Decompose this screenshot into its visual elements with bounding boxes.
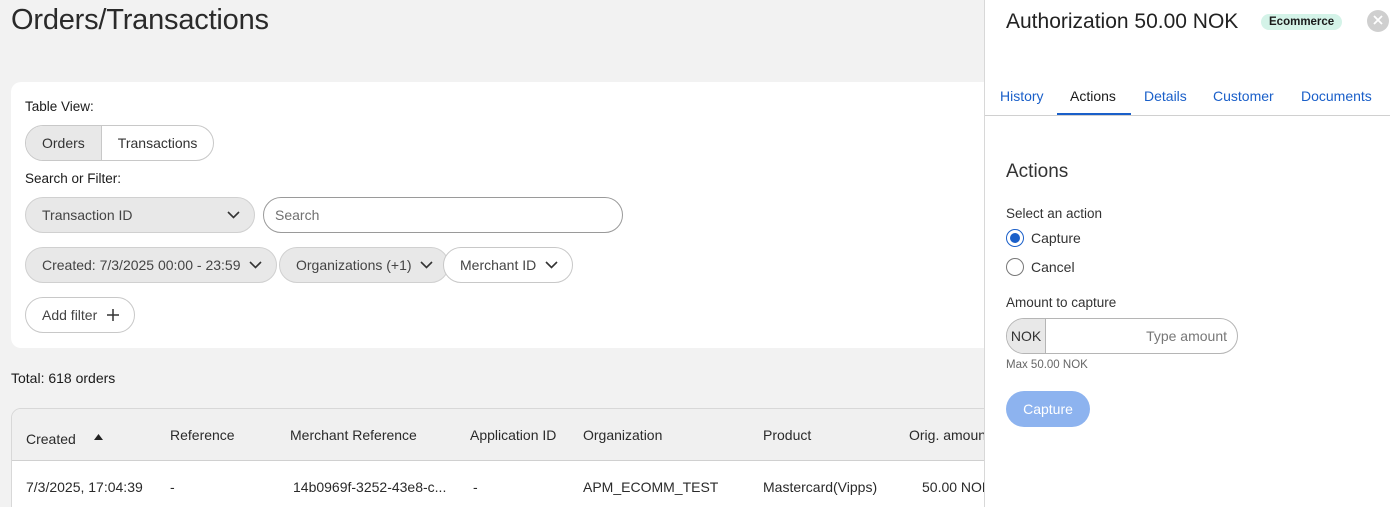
cell-created: 7/3/2025, 17:04:39 <box>26 479 143 495</box>
column-merchant-reference[interactable]: Merchant Reference <box>290 427 417 443</box>
chevron-down-icon <box>226 208 240 222</box>
main-area: Orders/Transactions Table View: Orders T… <box>0 0 1001 507</box>
merchant-id-filter[interactable]: Merchant ID <box>443 247 574 283</box>
total-count: Total: 618 orders <box>11 370 116 386</box>
organizations-filter[interactable]: Organizations (+1) <box>279 247 449 283</box>
channel-badge: Ecommerce <box>1261 14 1343 30</box>
cell-application-id: - <box>473 479 478 495</box>
panel-tabs: History Actions Details Customer Documen… <box>985 80 1390 116</box>
transaction-detail-panel: Authorization 50.00 NOK Ecommerce Histor… <box>984 0 1390 507</box>
segment-orders[interactable]: Orders <box>26 126 102 160</box>
filter-card: Table View: Orders Transactions Search o… <box>11 82 1001 348</box>
radio-selected-icon[interactable] <box>1006 229 1024 247</box>
segment-transactions[interactable]: Transactions <box>102 126 214 160</box>
add-filter-button[interactable]: Add filter <box>25 297 136 333</box>
tab-customer[interactable]: Customer <box>1213 88 1274 104</box>
table-view-label: Table View: <box>25 99 94 114</box>
column-created-label: Created <box>26 431 76 447</box>
currency-label: NOK <box>1007 319 1046 353</box>
max-amount-hint: Max 50.00 NOK <box>1006 359 1088 371</box>
tab-details[interactable]: Details <box>1144 88 1187 104</box>
column-orig-amount[interactable]: Orig. amoun <box>909 427 986 443</box>
sort-ascending-icon <box>93 427 103 443</box>
option-capture-label: Capture <box>1031 230 1081 246</box>
column-reference[interactable]: Reference <box>170 427 235 443</box>
cell-merchant-reference: 14b0969f-3252-43e8-c... <box>293 479 447 495</box>
cell-organization: APM_ECOMM_TEST <box>583 479 719 495</box>
chevron-down-icon <box>544 258 558 272</box>
search-label: Search or Filter: <box>25 171 122 186</box>
merchant-id-filter-label: Merchant ID <box>460 257 537 273</box>
column-application-id[interactable]: Application ID <box>470 427 556 443</box>
add-filter-label: Add filter <box>42 307 98 323</box>
option-cancel[interactable]: Cancel <box>1006 258 1075 276</box>
amount-label: Amount to capture <box>1006 295 1117 310</box>
search-input[interactable] <box>263 197 623 233</box>
radio-unselected-icon[interactable] <box>1006 258 1024 276</box>
amount-input[interactable] <box>1046 319 1237 353</box>
column-organization[interactable]: Organization <box>583 427 662 443</box>
close-button[interactable] <box>1367 10 1389 32</box>
field-select[interactable]: Transaction ID <box>25 197 255 233</box>
cell-reference: - <box>170 479 175 495</box>
orders-table: Created Reference Merchant Reference App… <box>11 408 1001 507</box>
column-product[interactable]: Product <box>763 427 811 443</box>
column-created[interactable]: Created <box>26 427 103 447</box>
page-title: Orders/Transactions <box>11 4 269 36</box>
capture-button[interactable]: Capture <box>1006 391 1090 427</box>
section-title: Actions <box>1006 161 1069 182</box>
organizations-filter-label: Organizations (+1) <box>296 257 412 273</box>
select-action-label: Select an action <box>1006 206 1103 221</box>
cell-orig-amount: 50.00 NOK <box>922 479 992 495</box>
amount-field: NOK <box>1006 318 1238 354</box>
created-filter[interactable]: Created: 7/3/2025 00:00 - 23:59 <box>25 247 278 283</box>
table-view-toggle: Orders Transactions <box>25 125 215 161</box>
tab-documents[interactable]: Documents <box>1301 88 1372 104</box>
field-select-value: Transaction ID <box>42 207 133 223</box>
active-tab-indicator <box>1057 113 1131 115</box>
tab-history[interactable]: History <box>1000 88 1044 104</box>
plus-icon <box>106 308 120 322</box>
tab-actions[interactable]: Actions <box>1070 88 1116 104</box>
chevron-down-icon <box>248 258 262 272</box>
chevron-down-icon <box>420 258 434 272</box>
panel-title: Authorization 50.00 NOK <box>1006 10 1239 33</box>
option-capture[interactable]: Capture <box>1006 229 1081 247</box>
table-header: Created Reference Merchant Reference App… <box>12 409 1000 461</box>
option-cancel-label: Cancel <box>1031 259 1075 275</box>
cell-product: Mastercard(Vipps) <box>763 479 878 495</box>
created-filter-label: Created: 7/3/2025 00:00 - 23:59 <box>42 257 241 273</box>
close-icon <box>1373 12 1383 30</box>
